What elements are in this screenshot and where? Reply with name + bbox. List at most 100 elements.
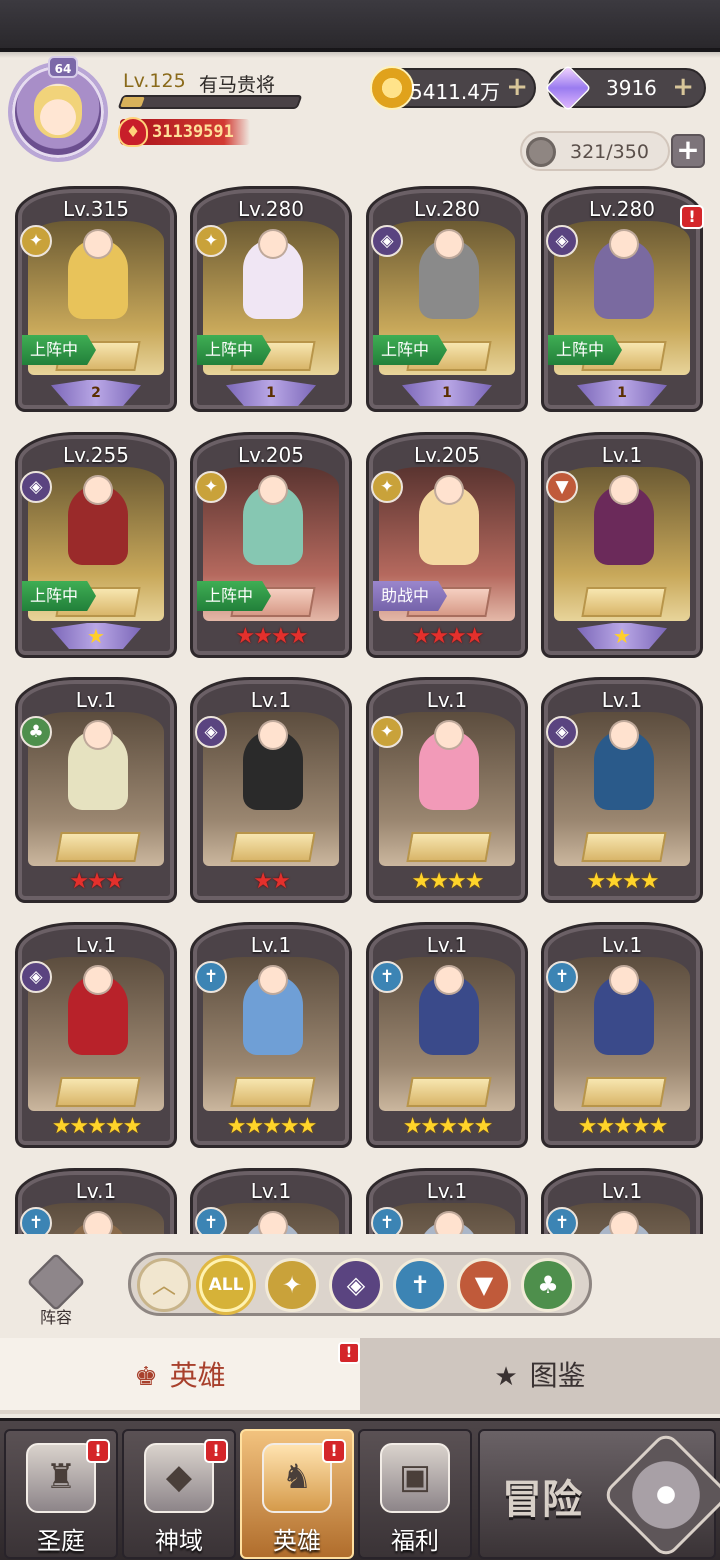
lineup-button[interactable]: 阵容: [24, 1252, 88, 1328]
hero-sprite: [419, 229, 479, 319]
hero-card[interactable]: Lv.280 ◈ 上阵中 1: [366, 186, 528, 412]
hero-sprite-head: [258, 229, 288, 259]
sort-up-button[interactable]: ︿: [137, 1258, 191, 1312]
hero-card[interactable]: Lv.280 ✦ 上阵中 1: [190, 186, 352, 412]
hero-level: Lv.280: [238, 197, 304, 221]
hero-card[interactable]: Lv.1 ♣ ★★★: [15, 677, 177, 903]
hero-star-rating: 1: [379, 377, 515, 406]
avatar-portrait: [34, 86, 82, 138]
hero-star-rating: ★★★: [69, 869, 124, 894]
hero-card[interactable]: Lv.205 ✦ 上阵中 ★★★★: [190, 432, 352, 658]
hero-level: Lv.1: [250, 933, 292, 957]
hero-card[interactable]: Lv.280 ◈ 上阵中 1!: [541, 186, 704, 412]
hero-status-tag: 上阵中: [22, 335, 97, 365]
filter-bar: 阵容 ︿ ALL ✦ ◈ ✝ ▼ ♣: [0, 1234, 720, 1338]
nav-welfare[interactable]: ▣ 福利: [358, 1429, 472, 1559]
hero-star-rating: ★★★★: [235, 624, 309, 649]
hero-sprite-head: [258, 720, 288, 750]
gold-value: 5411.4万: [410, 80, 500, 104]
hero-grid: Lv.315 ✦ 上阵中 2 Lv.280 ✦ 上阵中 1 Lv.280 ◈ 上阵中 1 Lv.280 ◈…: [0, 186, 720, 1234]
add-gold-button[interactable]: +: [506, 72, 528, 102]
hero-card[interactable]: Lv.1 ✝ ★★★★★: [541, 922, 703, 1148]
hero-level: Lv.1: [601, 443, 643, 467]
hero-tab-icon: ♚: [134, 1362, 158, 1392]
hero-sprite-head: [83, 1211, 113, 1234]
hero-sprite: [594, 229, 654, 319]
hero-card[interactable]: Lv.1 ✝: [15, 1168, 177, 1234]
hero-sprite-head: [83, 475, 113, 505]
hero-sprite-head: [258, 475, 288, 505]
tab-hero-label: 英雄: [169, 1359, 226, 1392]
chest-icon: ▣: [380, 1443, 450, 1513]
hero-pedestal: [406, 1077, 492, 1107]
nav-court[interactable]: ♜ 圣庭 !: [4, 1429, 118, 1559]
faction-dark-icon: ◈: [20, 471, 52, 503]
codex-tab-icon: ★: [494, 1362, 518, 1392]
bottom-nav: ♜ 圣庭 ! ◆ 神域 ! ♞ 英雄 ! ▣ 福利 冒险: [0, 1418, 720, 1560]
expand-capacity-button[interactable]: +: [671, 134, 705, 168]
hero-pedestal: [55, 1077, 141, 1107]
hero-card[interactable]: Lv.315 ✦ 上阵中 2: [15, 186, 177, 412]
hero-level: Lv.205: [238, 443, 304, 467]
hero-sprite: [68, 475, 128, 565]
adventure-button[interactable]: 冒险: [478, 1429, 720, 1560]
top-frame: [0, 0, 720, 58]
hero-sprite-head: [258, 1211, 288, 1234]
hero-level: Lv.1: [426, 1179, 468, 1203]
hero-pedestal: [581, 587, 667, 617]
filter-holy-icon[interactable]: ✝: [393, 1258, 447, 1312]
hero-status-tag: 上阵中: [197, 581, 272, 611]
hero-card[interactable]: Lv.1 ▼ ★: [541, 432, 703, 658]
nav-heroes[interactable]: ♞ 英雄 !: [240, 1429, 354, 1559]
hero-card[interactable]: Lv.1 ✝: [366, 1168, 528, 1234]
hero-sprite: [594, 720, 654, 810]
hero-level: Lv.1: [601, 688, 643, 712]
player-avatar[interactable]: 64: [8, 56, 108, 162]
hero-sprite: [243, 720, 303, 810]
nav-welfare-label: 福利: [391, 1527, 439, 1555]
faction-dark-icon: ◈: [546, 225, 578, 257]
gold-coin-icon: [370, 66, 414, 110]
hero-card[interactable]: Lv.1 ✝ ★★★★★: [190, 922, 352, 1148]
hero-level: Lv.315: [63, 197, 129, 221]
hero-card[interactable]: Lv.1 ◈ ★★★★: [541, 677, 703, 903]
filter-nature-icon[interactable]: ♣: [521, 1258, 575, 1312]
hero-status-tag: 上阵中: [22, 581, 97, 611]
hero-star-rating: 1: [203, 377, 339, 406]
hero-star-rating: ★★★★: [411, 624, 485, 649]
avatar-badge: 64: [48, 56, 78, 78]
hero-card[interactable]: Lv.1 ◈ ★★: [190, 677, 352, 903]
tab-codex[interactable]: ★ 图鉴: [360, 1338, 720, 1414]
hero-card[interactable]: Lv.1 ✝: [190, 1168, 352, 1234]
hero-card[interactable]: Lv.1 ✝: [541, 1168, 703, 1234]
filter-beast-icon[interactable]: ▼: [457, 1258, 511, 1312]
nav-heroes-label: 英雄: [273, 1527, 321, 1555]
hero-card[interactable]: Lv.1 ◈ ★★★★★: [15, 922, 177, 1148]
hero-sprite: [419, 965, 479, 1055]
hero-card[interactable]: Lv.1 ✦ ★★★★: [366, 677, 528, 903]
hero-sprite-head: [609, 475, 639, 505]
hero-sprite: [419, 720, 479, 810]
hero-sprite-head: [83, 229, 113, 259]
hero-card[interactable]: Lv.205 ✦ 助战中 ★★★★: [366, 432, 528, 658]
hero-pedestal: [230, 832, 316, 862]
hero-star-rating: 2: [28, 377, 164, 406]
filter-dark-icon[interactable]: ◈: [329, 1258, 383, 1312]
hero-level: Lv.1: [75, 1179, 117, 1203]
faction-holy-icon: ✝: [546, 1207, 578, 1234]
hero-level: Lv.1: [250, 1179, 292, 1203]
tab-hero[interactable]: ♚ 英雄: [0, 1338, 360, 1414]
filter-light-icon[interactable]: ✦: [265, 1258, 319, 1312]
add-gems-button[interactable]: +: [672, 72, 694, 102]
faction-light-icon: ✦: [195, 471, 227, 503]
faction-nature-icon: ♣: [20, 716, 52, 748]
hero-sprite-head: [258, 965, 288, 995]
faction-beast-icon: ▼: [546, 471, 578, 503]
nav-divine-realm[interactable]: ◆ 神域 !: [122, 1429, 236, 1559]
hero-card[interactable]: Lv.255 ◈ 上阵中 ★: [15, 432, 177, 658]
hero-card[interactable]: Lv.1 ✝ ★★★★★: [366, 922, 528, 1148]
hero-pedestal: [581, 1077, 667, 1107]
hero-status-tag: 助战中: [373, 581, 448, 611]
faction-light-icon: ✦: [195, 225, 227, 257]
filter-all-button[interactable]: ALL: [199, 1258, 253, 1312]
